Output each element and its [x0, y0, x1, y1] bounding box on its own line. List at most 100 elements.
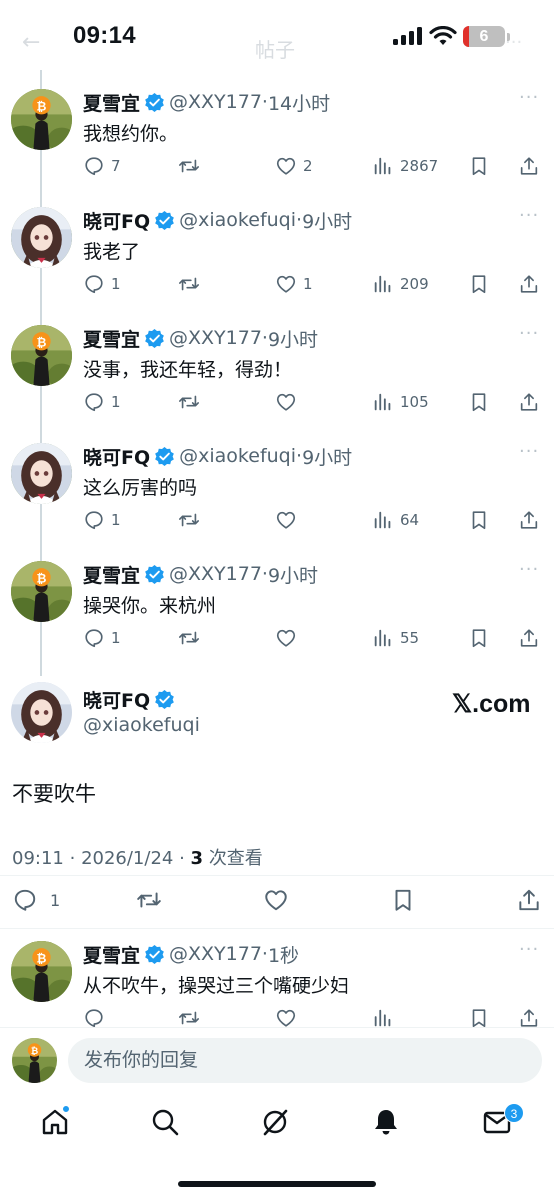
- like-button[interactable]: [275, 624, 297, 652]
- author-name[interactable]: 夏雪宜: [83, 561, 140, 588]
- post-time: 9小时: [302, 446, 353, 469]
- avatar[interactable]: [11, 89, 72, 150]
- reply-icon: [83, 1007, 105, 1027]
- share-button[interactable]: [518, 1004, 540, 1027]
- home-tab[interactable]: [40, 1107, 74, 1141]
- grok-tab[interactable]: [260, 1107, 294, 1141]
- bookmark-button[interactable]: [468, 1004, 490, 1027]
- author-handle[interactable]: @XXY177: [169, 91, 262, 113]
- more-options-icon[interactable]: ···: [519, 87, 539, 108]
- author-name[interactable]: 晓可FQ: [83, 443, 150, 470]
- bookmark-button[interactable]: [468, 152, 490, 180]
- post-date[interactable]: 2026/1/24: [81, 848, 173, 869]
- retweet-button[interactable]: [136, 886, 162, 914]
- author-name[interactable]: 晓可FQ: [83, 207, 150, 234]
- like-button[interactable]: [275, 388, 297, 416]
- like-button[interactable]: [263, 886, 289, 914]
- views-button[interactable]: 64: [372, 506, 419, 534]
- more-options-icon[interactable]: ···: [519, 441, 539, 462]
- avatar[interactable]: [11, 941, 72, 1002]
- author-name[interactable]: 夏雪宜: [83, 325, 140, 352]
- retweet-icon: [178, 273, 200, 295]
- bookmark-button[interactable]: [468, 388, 490, 416]
- author-name[interactable]: 夏雪宜: [83, 89, 140, 116]
- thread-tweet[interactable]: 夏雪宜 @XXY177 · 14小时 ··· 我想约你。 7 2 2867: [0, 70, 554, 188]
- bookmark-button[interactable]: [468, 506, 490, 534]
- retweet-button[interactable]: [178, 506, 200, 534]
- share-button[interactable]: [516, 886, 542, 914]
- search-tab[interactable]: [150, 1107, 184, 1141]
- avatar[interactable]: [11, 207, 72, 268]
- retweet-button[interactable]: [178, 388, 200, 416]
- reply-button[interactable]: 1: [83, 270, 121, 298]
- reply-button[interactable]: 1: [83, 624, 121, 652]
- more-options-icon[interactable]: ···: [519, 939, 539, 960]
- verified-badge-icon: [144, 92, 165, 113]
- views-button[interactable]: 105: [372, 388, 429, 416]
- retweet-icon: [178, 155, 200, 177]
- avatar[interactable]: [11, 325, 72, 386]
- retweet-button[interactable]: [178, 270, 200, 298]
- tweet-text: 这么厉害的吗: [83, 477, 198, 499]
- views-button[interactable]: 209: [372, 270, 429, 298]
- reply-button[interactable]: 7: [83, 152, 121, 180]
- main-tweet-meta: 09:11 · 2026/1/24 · 3 次查看: [12, 844, 263, 870]
- messages-badge: 3: [504, 1103, 524, 1123]
- more-options-icon[interactable]: ···: [519, 205, 539, 226]
- thread-tweet[interactable]: 夏雪宜 @XXY177 · 9小时 ··· 操哭你。来杭州 1 55: [0, 542, 554, 660]
- reply-tweet[interactable]: 夏雪宜 @XXY177 · 1秒 ··· 从不吹牛，操哭过三个嘴硬少妇: [0, 922, 554, 1027]
- like-button[interactable]: [275, 506, 297, 534]
- current-user-avatar[interactable]: [12, 1038, 57, 1083]
- reply-button[interactable]: 1: [83, 506, 121, 534]
- views-button[interactable]: [372, 1004, 394, 1027]
- post-time: 1秒: [267, 944, 300, 967]
- share-button[interactable]: [518, 624, 540, 652]
- reply-icon: [83, 391, 105, 413]
- tweet-header: 夏雪宜 @XXY177 · 9小时: [83, 325, 318, 351]
- like-button[interactable]: [275, 1004, 297, 1027]
- tweet-text: 从不吹牛，操哭过三个嘴硬少妇: [83, 975, 350, 997]
- thread-tweet[interactable]: 晓可FQ @xiaokefuqi · 9小时 ··· 这么厉害的吗 1 64: [0, 424, 554, 542]
- wifi-icon: [429, 26, 457, 45]
- author-handle[interactable]: @xiaokefuqi: [179, 445, 296, 467]
- share-button[interactable]: [518, 388, 540, 416]
- reply-button[interactable]: [83, 1004, 105, 1027]
- author-name[interactable]: 夏雪宜: [83, 941, 140, 968]
- views-button[interactable]: 2867: [372, 152, 438, 180]
- retweet-button[interactable]: [178, 152, 200, 180]
- thread-tweet[interactable]: 晓可FQ @xiaokefuqi · 9小时 ··· 我老了 1 1 209: [0, 188, 554, 306]
- author-handle[interactable]: @xiaokefuqi: [179, 209, 296, 231]
- more-options-icon[interactable]: ···: [519, 323, 539, 344]
- views-button[interactable]: 55: [372, 624, 419, 652]
- bookmark-button[interactable]: [390, 886, 416, 914]
- author-handle[interactable]: @XXY177: [169, 943, 262, 965]
- main-author-name[interactable]: 晓可FQ: [83, 686, 150, 713]
- main-tweet-avatar[interactable]: [11, 682, 72, 743]
- post-time[interactable]: 09:11: [12, 848, 64, 869]
- reply-button[interactable]: 1: [83, 388, 121, 416]
- back-arrow-icon[interactable]: ←: [22, 32, 44, 54]
- bookmark-button[interactable]: [468, 624, 490, 652]
- reply-button[interactable]: 1: [12, 886, 60, 914]
- home-notification-dot: [62, 1105, 70, 1113]
- share-button[interactable]: [518, 270, 540, 298]
- author-handle[interactable]: @XXY177: [169, 563, 262, 585]
- retweet-button[interactable]: [178, 1004, 200, 1027]
- post-time: 9小时: [267, 564, 319, 587]
- thread-tweet[interactable]: 夏雪宜 @XXY177 · 9小时 ··· 没事，我还年轻，得劲！ 1 105: [0, 306, 554, 424]
- avatar[interactable]: [11, 561, 72, 622]
- like-button[interactable]: 1: [275, 270, 313, 298]
- main-author-handle[interactable]: @xiaokefuqi: [83, 714, 200, 736]
- author-handle[interactable]: @XXY177: [169, 327, 262, 349]
- like-button[interactable]: 2: [275, 152, 313, 180]
- share-button[interactable]: [518, 506, 540, 534]
- reply-input[interactable]: 发布你的回复: [68, 1038, 542, 1083]
- main-tweet-header: 晓可FQ: [83, 686, 179, 713]
- retweet-button[interactable]: [178, 624, 200, 652]
- notifications-tab[interactable]: [371, 1107, 405, 1141]
- more-options-icon[interactable]: ···: [519, 559, 539, 580]
- avatar[interactable]: [11, 443, 72, 504]
- bookmark-button[interactable]: [468, 270, 490, 298]
- verified-badge-icon: [144, 564, 165, 585]
- share-button[interactable]: [518, 152, 540, 180]
